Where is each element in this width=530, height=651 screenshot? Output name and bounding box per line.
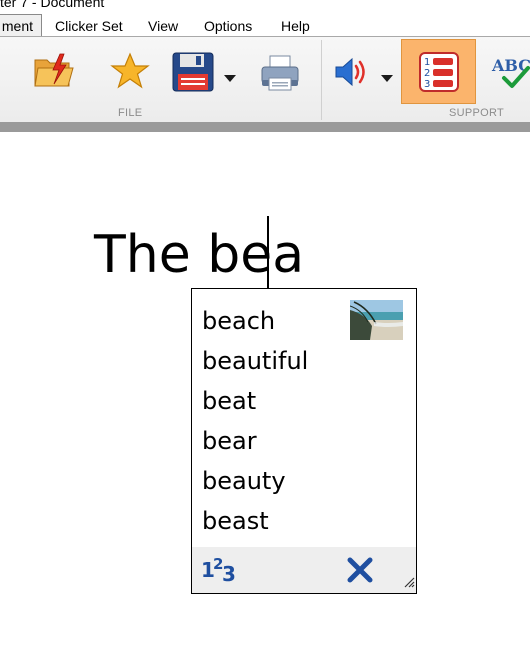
svg-text:2: 2 [424,68,430,79]
save-button[interactable] [172,52,214,96]
word-predictor-icon: 1 2 3 [419,52,459,92]
menu-clicker-set[interactable]: Clicker Set [55,18,123,34]
open-button[interactable] [33,52,75,94]
numbers-icon: 1 2 3 [201,555,236,586]
suggestion-beauty[interactable]: beauty [202,466,286,496]
close-icon [347,557,373,583]
spellcheck-icon: ABC [491,56,530,88]
print-button[interactable] [260,54,300,96]
text-caret [267,216,269,288]
chevron-down-icon [381,75,393,82]
speaker-icon [335,57,365,87]
menu-tab-document[interactable]: ment [0,14,42,38]
save-icon [172,52,214,92]
speech-dropdown-button[interactable] [381,68,393,87]
suggestion-beast[interactable]: beast [202,506,269,536]
ribbon-divider-bar [0,122,530,132]
word-predictor-button[interactable]: 1 2 3 [401,39,476,104]
word-prediction-popup: beach beautiful beat bear beauty beast 1… [191,288,417,594]
favourite-button[interactable] [110,52,150,94]
suggestion-beautiful[interactable]: beautiful [202,346,308,376]
svg-text:3: 3 [222,562,236,585]
save-dropdown-button[interactable] [224,68,236,87]
document-text[interactable]: The bea [94,224,304,286]
menu-bar: ment Clicker Set View Options Help [0,12,530,38]
resize-grip[interactable] [403,573,415,592]
title-bar: ter 7 - Document [0,0,530,12]
svg-text:3: 3 [424,79,430,90]
group-label-file: FILE [118,107,143,119]
print-icon [261,55,299,91]
chevron-down-icon [224,75,236,82]
suggestion-beach[interactable]: beach [202,306,275,336]
star-icon [110,52,150,89]
open-folder-icon [34,53,74,87]
popup-footer: 1 2 3 [192,547,416,593]
svg-text:1: 1 [424,57,430,68]
ribbon-group-divider [321,40,322,120]
menu-help[interactable]: Help [281,18,310,34]
spellcheck-button[interactable]: ABC [490,54,530,94]
close-popup-button[interactable] [346,556,374,588]
suggestion-bear[interactable]: bear [202,426,257,456]
menu-view[interactable]: View [148,18,178,34]
group-label-support: SUPPORT [449,107,505,119]
window-title: ter 7 - Document [0,0,105,10]
speech-button[interactable] [334,56,370,92]
resize-grip-icon [404,577,415,588]
suggestion-beat[interactable]: beat [202,386,256,416]
beach-picture [350,300,403,340]
numbers-button[interactable]: 1 2 3 [200,553,240,589]
menu-options[interactable]: Options [204,18,252,34]
